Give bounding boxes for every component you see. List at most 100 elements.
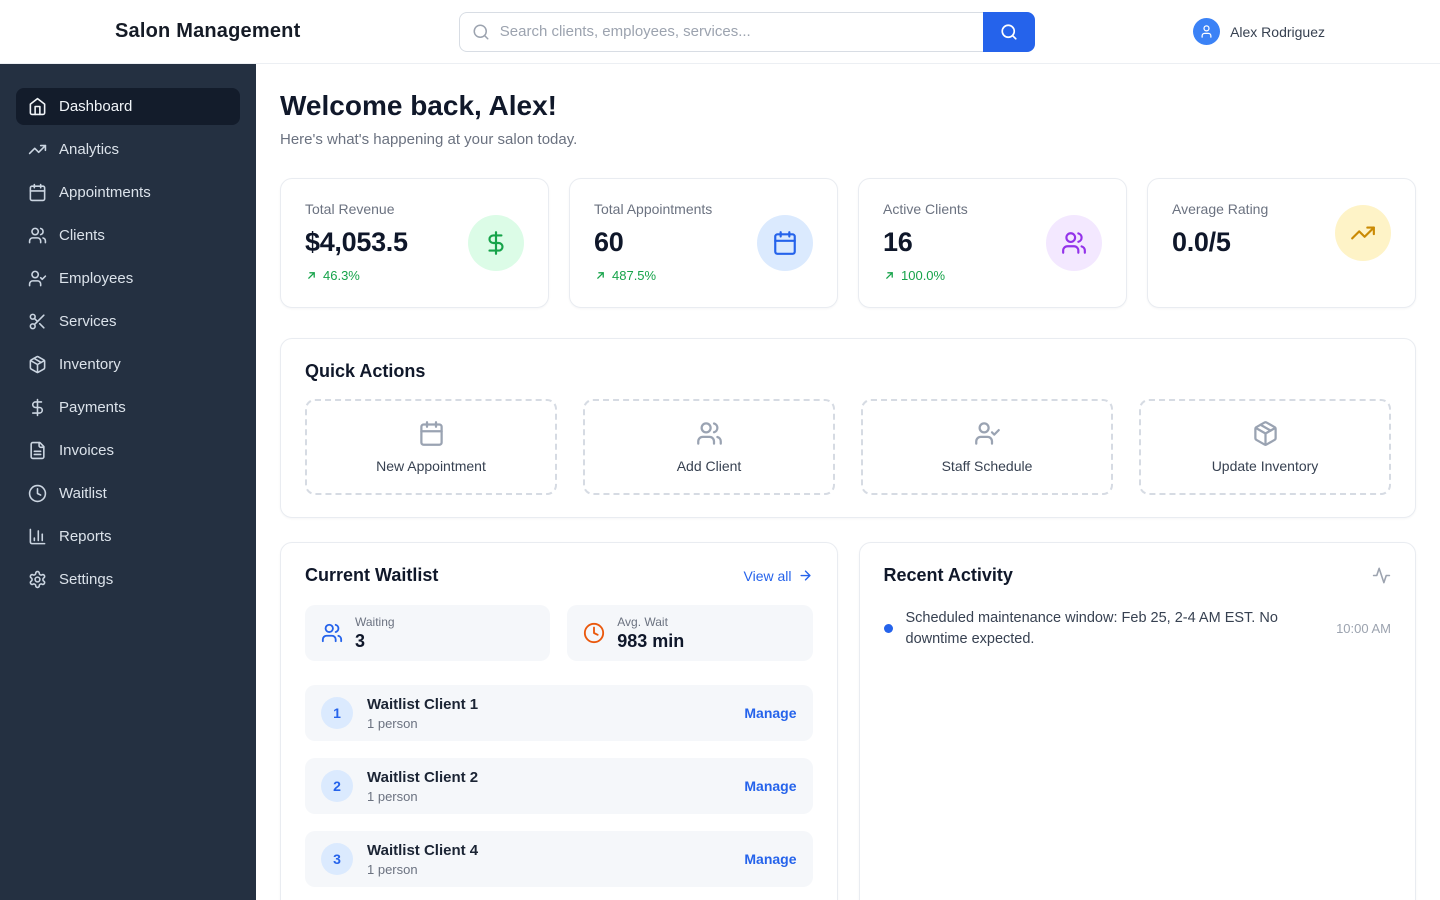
- global-search: [458, 11, 1035, 52]
- sidebar-item-label: Payments: [59, 399, 126, 416]
- update-inventory-button[interactable]: Update Inventory: [1139, 399, 1391, 495]
- scissors-icon: [29, 313, 45, 330]
- party-size: 1 person: [367, 715, 418, 731]
- clock-icon: [584, 622, 605, 644]
- stat-label: Avg. Wait: [617, 614, 668, 629]
- sidebar-item-clients[interactable]: Clients: [16, 217, 240, 254]
- sidebar-item-label: Waitlist: [59, 485, 107, 502]
- users-icon: [28, 227, 47, 244]
- page-subtitle: Here's what's happening at your salon to…: [280, 131, 578, 148]
- sidebar-item-label: Inventory: [59, 356, 121, 373]
- client-name: Waitlist Client 1: [367, 695, 479, 713]
- trending-up-icon: [1351, 226, 1375, 240]
- action-label: Staff Schedule: [941, 458, 1033, 474]
- position-badge: 1: [321, 697, 353, 729]
- section-title: Current Waitlist: [305, 565, 439, 585]
- activity-dot: [883, 624, 893, 634]
- section-title: Recent Activity: [883, 565, 1013, 585]
- stat-value: 0.0/5: [1172, 227, 1231, 257]
- manage-link[interactable]: Manage: [744, 851, 796, 867]
- sidebar-item-analytics[interactable]: Analytics: [16, 131, 240, 168]
- stat-change: 487.5%: [612, 268, 657, 283]
- sidebar-item-label: Settings: [59, 571, 114, 588]
- trending-up-icon: [28, 144, 47, 155]
- users-icon: [1062, 232, 1086, 254]
- stat-change: 46.3%: [323, 268, 360, 283]
- add-client-button[interactable]: Add Client: [583, 399, 835, 495]
- stat-label: Active Clients: [883, 201, 968, 217]
- client-name: Waitlist Client 4: [367, 841, 479, 859]
- app-header: Salon Management Alex Rodriguez: [0, 0, 1440, 64]
- sidebar-item-invoices[interactable]: Invoices: [16, 432, 240, 469]
- sidebar-item-label: Reports: [59, 528, 112, 545]
- action-label: Update Inventory: [1211, 458, 1319, 474]
- sidebar-item-payments[interactable]: Payments: [16, 389, 240, 426]
- user-menu[interactable]: Alex Rodriguez: [1193, 18, 1325, 45]
- manage-link[interactable]: Manage: [744, 778, 796, 794]
- client-name: Waitlist Client 2: [367, 768, 479, 786]
- current-waitlist-section: Current Waitlist View all Waiting 3 Avg.…: [280, 542, 838, 900]
- search-icon: [473, 24, 489, 39]
- search-button[interactable]: [982, 11, 1035, 52]
- calendar-icon: [419, 421, 443, 446]
- sidebar-item-appointments[interactable]: Appointments: [16, 174, 240, 211]
- user-name: Alex Rodriguez: [1230, 23, 1325, 40]
- quick-actions-section: Quick Actions New Appointment Add Client…: [280, 338, 1416, 518]
- sidebar-item-reports[interactable]: Reports: [16, 518, 240, 555]
- search-input[interactable]: [458, 11, 983, 52]
- activity-timestamp: 10:00 AM: [1336, 621, 1391, 637]
- sidebar-item-inventory[interactable]: Inventory: [16, 346, 240, 383]
- dollar-icon: [31, 398, 43, 417]
- staff-schedule-button[interactable]: Staff Schedule: [861, 399, 1113, 495]
- sidebar-item-employees[interactable]: Employees: [16, 260, 240, 297]
- sidebar-item-settings[interactable]: Settings: [16, 561, 240, 598]
- action-label: Add Client: [676, 458, 742, 474]
- users-icon: [696, 422, 722, 445]
- recent-activity-section: Recent Activity Scheduled maintenance wi…: [858, 542, 1416, 900]
- sidebar-item-label: Analytics: [59, 141, 120, 158]
- sidebar-item-label: Employees: [59, 270, 134, 287]
- calendar-icon: [29, 183, 46, 202]
- stat-value: 3: [355, 630, 366, 651]
- sidebar-item-label: Clients: [59, 227, 105, 244]
- stat-card-total-revenue: Total Revenue $4,053.5 46.3%: [280, 178, 549, 308]
- app-title: Salon Management: [115, 20, 301, 42]
- stat-label: Total Appointments: [594, 201, 713, 217]
- action-label: New Appointment: [376, 458, 486, 474]
- stat-value: 60: [594, 227, 624, 257]
- dollar-icon: [488, 231, 504, 255]
- waitlist-waiting-stat: Waiting 3: [305, 605, 551, 661]
- stat-value: $4,053.5: [305, 227, 408, 257]
- section-title: Quick Actions: [305, 361, 426, 381]
- position-badge: 2: [321, 770, 353, 802]
- sidebar-item-waitlist[interactable]: Waitlist: [16, 475, 240, 512]
- waitlist-avg-wait-stat: Avg. Wait 983 min: [567, 605, 813, 661]
- package-icon: [1253, 421, 1277, 446]
- stats-grid: Total Revenue $4,053.5 46.3% Total Appoi…: [280, 178, 1416, 308]
- waitlist-row: 3 Waitlist Client 4 1 person Manage: [305, 831, 813, 887]
- party-size: 1 person: [367, 788, 418, 804]
- new-appointment-button[interactable]: New Appointment: [305, 399, 557, 495]
- view-all-link[interactable]: View all: [744, 568, 813, 584]
- trend-up-icon: [886, 272, 893, 279]
- sidebar-item-dashboard[interactable]: Dashboard: [16, 88, 240, 125]
- stat-value: 983 min: [617, 630, 685, 651]
- stat-label: Waiting: [355, 614, 395, 629]
- sidebar-item-label: Appointments: [59, 184, 151, 201]
- waitlist-row: 1 Waitlist Client 1 1 person Manage: [305, 685, 813, 741]
- party-size: 1 person: [367, 861, 418, 877]
- activity-icon: [1372, 567, 1391, 584]
- manage-link[interactable]: Manage: [744, 705, 796, 721]
- activity-text: Scheduled maintenance window: Feb 25, 2-…: [905, 610, 1278, 647]
- trend-up-icon: [597, 272, 604, 279]
- position-badge: 3: [321, 843, 353, 875]
- user-check-icon: [974, 422, 1000, 445]
- home-icon: [29, 97, 46, 116]
- users-icon: [321, 623, 343, 643]
- clock-icon: [28, 484, 47, 503]
- arrow-right-icon: [799, 570, 811, 581]
- stat-value: 16: [883, 227, 913, 257]
- file-text-icon: [30, 441, 45, 460]
- user-icon: [1201, 25, 1212, 38]
- sidebar-item-services[interactable]: Services: [16, 303, 240, 340]
